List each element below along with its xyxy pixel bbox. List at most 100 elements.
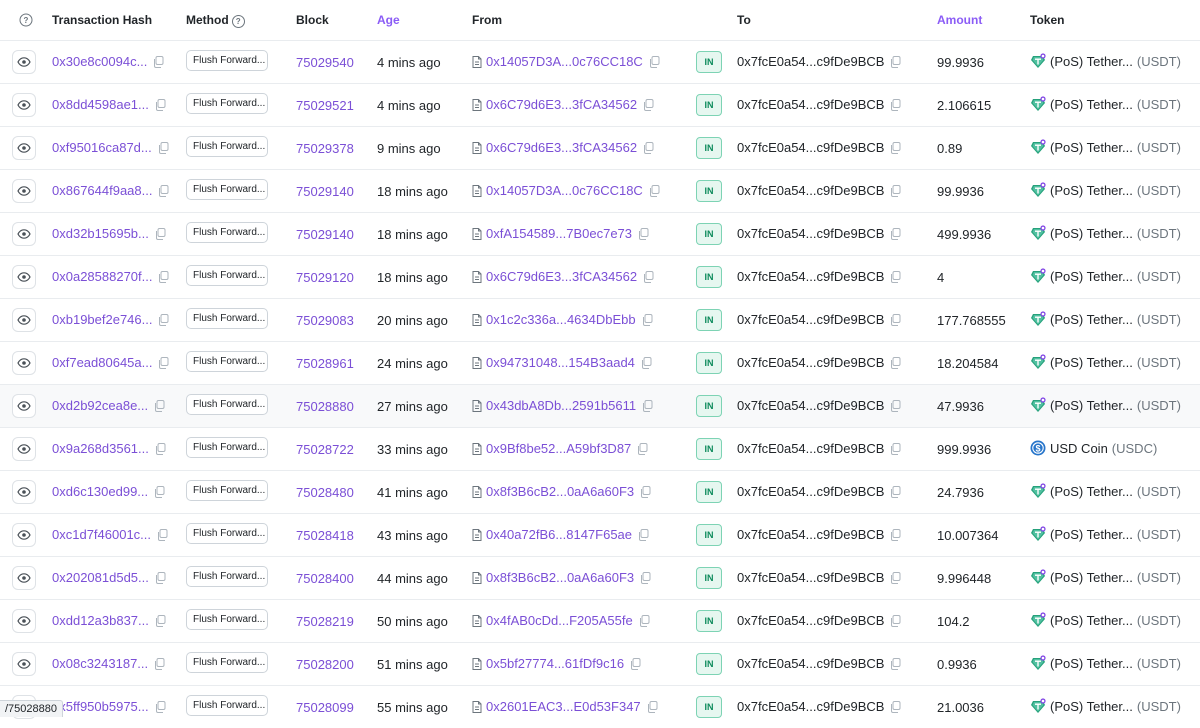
tx-hash-link[interactable]: 0x8dd4598ae1... [52, 97, 149, 112]
tx-hash-link[interactable]: 0x0a28588270f... [52, 269, 152, 284]
copy-icon[interactable] [639, 615, 650, 630]
copy-icon[interactable] [890, 314, 901, 329]
token-name-link[interactable]: (PoS) Tether... [1050, 656, 1133, 671]
token-name-link[interactable]: (PoS) Tether... [1050, 484, 1133, 499]
eye-icon[interactable] [12, 523, 36, 547]
copy-icon[interactable] [157, 529, 168, 544]
copy-icon[interactable] [643, 142, 654, 157]
eye-icon[interactable] [12, 351, 36, 375]
copy-icon[interactable] [647, 701, 658, 716]
eye-icon[interactable] [12, 480, 36, 504]
block-link[interactable]: 75028480 [296, 485, 354, 500]
from-address-link[interactable]: 0x8f3B6cB2...0aA6a60F3 [486, 484, 634, 499]
copy-icon[interactable] [890, 572, 901, 587]
from-address-link[interactable]: 0x40a72fB6...8147F65ae [486, 527, 632, 542]
copy-icon[interactable] [638, 529, 649, 544]
copy-icon[interactable] [155, 228, 166, 243]
token-name-link[interactable]: (PoS) Tether... [1050, 398, 1133, 413]
tx-hash-link[interactable]: 0xd6c130ed99... [52, 484, 148, 499]
block-link[interactable]: 75028200 [296, 657, 354, 672]
token-name-link[interactable]: (PoS) Tether... [1050, 699, 1133, 714]
token-name-link[interactable]: (PoS) Tether... [1050, 527, 1133, 542]
eye-icon[interactable] [12, 652, 36, 676]
from-address-link[interactable]: 0x5bf27774...61fDf9c16 [486, 656, 624, 671]
from-address-link[interactable]: 0x43dbA8Db...2591b5611 [486, 398, 636, 413]
copy-icon[interactable] [154, 486, 165, 501]
token-name-link[interactable]: (PoS) Tether... [1050, 226, 1133, 241]
copy-icon[interactable] [155, 615, 166, 630]
copy-icon[interactable] [649, 185, 660, 200]
copy-icon[interactable] [890, 658, 901, 673]
header-age[interactable]: Age [377, 0, 472, 41]
eye-icon[interactable] [12, 222, 36, 246]
block-link[interactable]: 75029140 [296, 227, 354, 242]
block-link[interactable]: 75028219 [296, 614, 354, 629]
from-address-link[interactable]: 0x14057D3A...0c76CC18C [486, 54, 643, 69]
from-address-link[interactable]: 0x6C79d6E3...3fCA34562 [486, 97, 637, 112]
tx-hash-link[interactable]: 0x202081d5d5... [52, 570, 149, 585]
from-address-link[interactable]: 0xfA154589...7B0ec7e73 [486, 226, 632, 241]
header-help[interactable]: ? [0, 0, 52, 41]
copy-icon[interactable] [890, 529, 901, 544]
tx-hash-link[interactable]: 0x9a268d3561... [52, 441, 149, 456]
block-link[interactable]: 75029378 [296, 141, 354, 156]
token-name-link[interactable]: (PoS) Tether... [1050, 140, 1133, 155]
copy-icon[interactable] [890, 443, 901, 458]
from-address-link[interactable]: 0x14057D3A...0c76CC18C [486, 183, 643, 198]
copy-icon[interactable] [890, 142, 901, 157]
block-link[interactable]: 75028722 [296, 442, 354, 457]
from-address-link[interactable]: 0x94731048...154B3aad4 [486, 355, 635, 370]
token-name-link[interactable]: (PoS) Tether... [1050, 183, 1133, 198]
from-address-link[interactable]: 0x1c2c336a...4634DbEbb [486, 312, 636, 327]
from-address-link[interactable]: 0x6C79d6E3...3fCA34562 [486, 140, 637, 155]
copy-icon[interactable] [890, 185, 901, 200]
copy-icon[interactable] [638, 228, 649, 243]
eye-icon[interactable] [12, 437, 36, 461]
from-address-link[interactable]: 0x9Bf8be52...A59bf3D87 [486, 441, 631, 456]
tx-hash-link[interactable]: 0xd32b15695b... [52, 226, 149, 241]
copy-icon[interactable] [158, 142, 169, 157]
copy-icon[interactable] [154, 400, 165, 415]
block-link[interactable]: 75028400 [296, 571, 354, 586]
block-link[interactable]: 75029521 [296, 98, 354, 113]
tx-hash-link[interactable]: 0xc1d7f46001c... [52, 527, 151, 542]
copy-icon[interactable] [640, 486, 651, 501]
copy-icon[interactable] [890, 615, 901, 630]
tx-hash-link[interactable]: 0x08c3243187... [52, 656, 148, 671]
header-amount[interactable]: Amount [937, 0, 1030, 41]
block-link[interactable]: 75029083 [296, 313, 354, 328]
copy-icon[interactable] [158, 271, 169, 286]
eye-icon[interactable] [12, 136, 36, 160]
token-name-link[interactable]: (PoS) Tether... [1050, 355, 1133, 370]
copy-icon[interactable] [630, 658, 641, 673]
copy-icon[interactable] [890, 357, 901, 372]
tx-hash-link[interactable]: 0xdd12a3b837... [52, 613, 149, 628]
eye-icon[interactable] [12, 179, 36, 203]
tx-hash-link[interactable]: 0x867644f9aa8... [52, 183, 152, 198]
copy-icon[interactable] [158, 185, 169, 200]
from-address-link[interactable]: 0x8f3B6cB2...0aA6a60F3 [486, 570, 634, 585]
copy-icon[interactable] [158, 314, 169, 329]
block-link[interactable]: 75028961 [296, 356, 354, 371]
copy-icon[interactable] [643, 271, 654, 286]
token-name-link[interactable]: (PoS) Tether... [1050, 613, 1133, 628]
copy-icon[interactable] [637, 443, 648, 458]
eye-icon[interactable] [12, 93, 36, 117]
tx-hash-link[interactable]: 0x5ff950b5975... [52, 699, 149, 714]
block-link[interactable]: 75028099 [296, 700, 354, 715]
copy-icon[interactable] [642, 314, 653, 329]
eye-icon[interactable] [12, 394, 36, 418]
from-address-link[interactable]: 0x6C79d6E3...3fCA34562 [486, 269, 637, 284]
copy-icon[interactable] [154, 658, 165, 673]
copy-icon[interactable] [640, 572, 651, 587]
token-name-link[interactable]: (PoS) Tether... [1050, 570, 1133, 585]
block-link[interactable]: 75028880 [296, 399, 354, 414]
copy-icon[interactable] [890, 486, 901, 501]
copy-icon[interactable] [890, 228, 901, 243]
from-address-link[interactable]: 0x4fAB0cDd...F205A55fe [486, 613, 633, 628]
block-link[interactable]: 75029120 [296, 270, 354, 285]
copy-icon[interactable] [153, 56, 164, 71]
copy-icon[interactable] [641, 357, 652, 372]
copy-icon[interactable] [890, 701, 901, 716]
copy-icon[interactable] [642, 400, 653, 415]
